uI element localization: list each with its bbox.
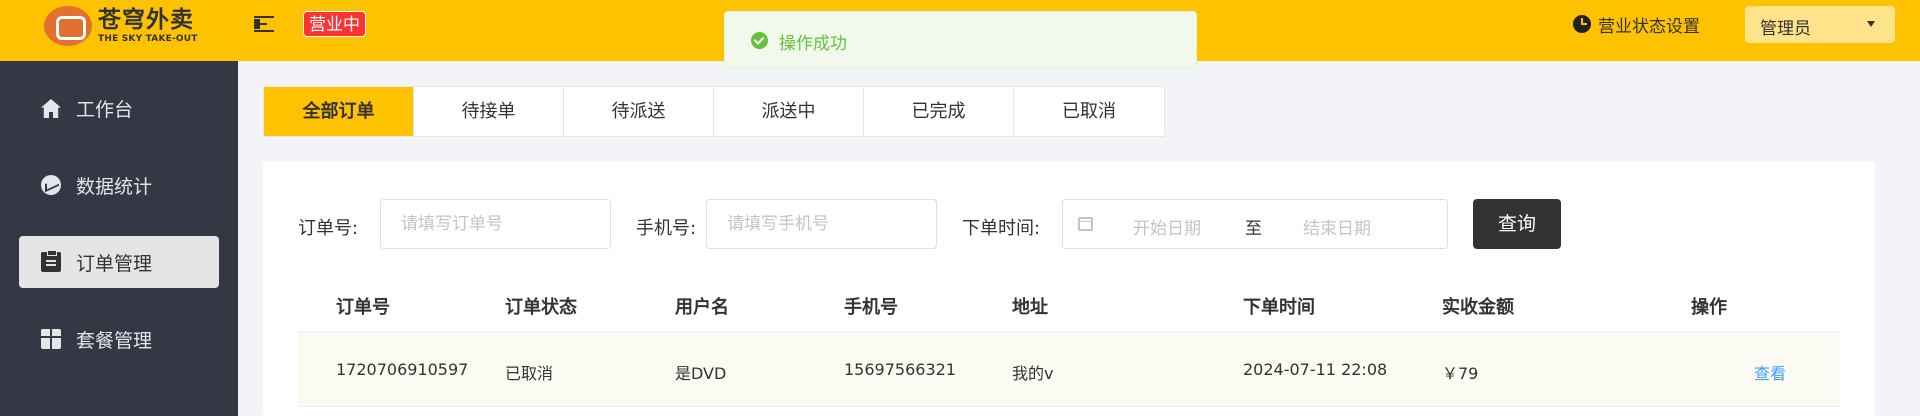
admin-label: 管理员 — [1760, 19, 1811, 39]
logo-title: 苍穹外卖 — [98, 6, 194, 33]
caret-down-icon — [1867, 21, 1875, 27]
sidebar-item-label: 套餐管理 — [76, 329, 153, 352]
date-range-separator: 至 — [1245, 219, 1262, 239]
cell-phone: 15697566321 — [844, 360, 956, 379]
business-status-badge: 营业中 — [303, 11, 366, 37]
logo-subtitle: THE SKY TAKE-OUT — [98, 33, 198, 44]
tab-pending-delivery[interactable]: 待派送 — [564, 87, 714, 136]
calendar-icon — [1078, 217, 1093, 231]
column-header: 下单时间 — [1243, 297, 1315, 318]
menu-collapse-icon[interactable] — [254, 14, 276, 34]
column-header: 订单号 — [336, 297, 390, 318]
order-status-tabs: 全部订单 待接单 待派送 派送中 已完成 已取消 — [263, 86, 1165, 137]
cell-amount: ￥79 — [1442, 364, 1479, 383]
sidebar-item-label: 工作台 — [76, 98, 134, 121]
column-header: 操作 — [1691, 297, 1727, 318]
sidebar-item-statistics[interactable]: 数据统计 — [19, 159, 219, 211]
query-button[interactable]: 查询 — [1473, 199, 1561, 249]
sidebar: 工作台 数据统计 订单管理 套餐管理 — [0, 61, 238, 416]
sidebar-item-combos[interactable]: 套餐管理 — [19, 313, 219, 365]
orders-table: 订单号 订单状态 用户名 手机号 地址 下单时间 实收金额 操作 1720706… — [298, 275, 1840, 407]
gift-icon — [41, 329, 61, 349]
column-header: 订单状态 — [505, 297, 577, 318]
stats-icon — [41, 175, 61, 195]
phone-input[interactable]: 请填写手机号 — [706, 199, 937, 249]
toast-message: 操作成功 — [779, 34, 847, 54]
table-header: 订单号 订单状态 用户名 手机号 地址 下单时间 实收金额 操作 — [298, 275, 1840, 332]
phone-label: 手机号: — [636, 218, 697, 239]
view-order-link[interactable]: 查看 — [1754, 360, 1786, 384]
tab-pending-accept[interactable]: 待接单 — [414, 87, 564, 136]
orders-panel: 订单号: 请填写订单号 手机号: 请填写手机号 下单时间: 开始日期 至 结束日… — [263, 161, 1875, 416]
order-no-label: 订单号: — [298, 218, 359, 239]
sidebar-item-workbench[interactable]: 工作台 — [19, 82, 219, 134]
cell-username: 是DVD — [675, 364, 727, 383]
logo: 苍穹外卖 THE SKY TAKE-OUT — [44, 6, 198, 46]
sidebar-item-label: 订单管理 — [76, 252, 153, 275]
sidebar-item-label: 数据统计 — [76, 175, 153, 198]
column-header: 地址 — [1012, 297, 1048, 318]
admin-dropdown[interactable]: 管理员 — [1745, 6, 1895, 43]
column-header: 手机号 — [844, 297, 898, 318]
tab-cancelled[interactable]: 已取消 — [1014, 87, 1164, 136]
start-date-input[interactable]: 开始日期 — [1133, 214, 1201, 239]
order-icon — [41, 250, 61, 272]
order-no-input[interactable]: 请填写订单号 — [380, 199, 611, 249]
order-time-label: 下单时间: — [962, 218, 1041, 239]
column-header: 用户名 — [675, 297, 729, 318]
cell-address: 我的v — [1012, 364, 1054, 383]
clock-icon — [1573, 15, 1591, 33]
table-row: 1720706910597 已取消 是DVD 15697566321 我的v 2… — [298, 332, 1840, 407]
logo-badge-icon — [44, 6, 92, 46]
date-range-picker[interactable]: 开始日期 至 结束日期 — [1062, 199, 1448, 249]
column-header: 实收金额 — [1442, 297, 1514, 318]
success-toast: 操作成功 — [724, 11, 1197, 68]
home-icon — [41, 99, 61, 118]
tab-completed[interactable]: 已完成 — [864, 87, 1014, 136]
tab-all-orders[interactable]: 全部订单 — [264, 87, 414, 136]
tab-delivering[interactable]: 派送中 — [714, 87, 864, 136]
success-check-icon — [751, 32, 768, 49]
business-settings-button[interactable]: 营业状态设置 — [1573, 12, 1700, 37]
end-date-input[interactable]: 结束日期 — [1303, 214, 1371, 239]
cell-order-time: 2024-07-11 22:08 — [1243, 360, 1388, 379]
sidebar-item-orders[interactable]: 订单管理 — [19, 236, 219, 288]
cell-status: 已取消 — [505, 364, 554, 383]
cell-order-no: 1720706910597 — [336, 360, 469, 379]
business-settings-label: 营业状态设置 — [1598, 16, 1700, 37]
